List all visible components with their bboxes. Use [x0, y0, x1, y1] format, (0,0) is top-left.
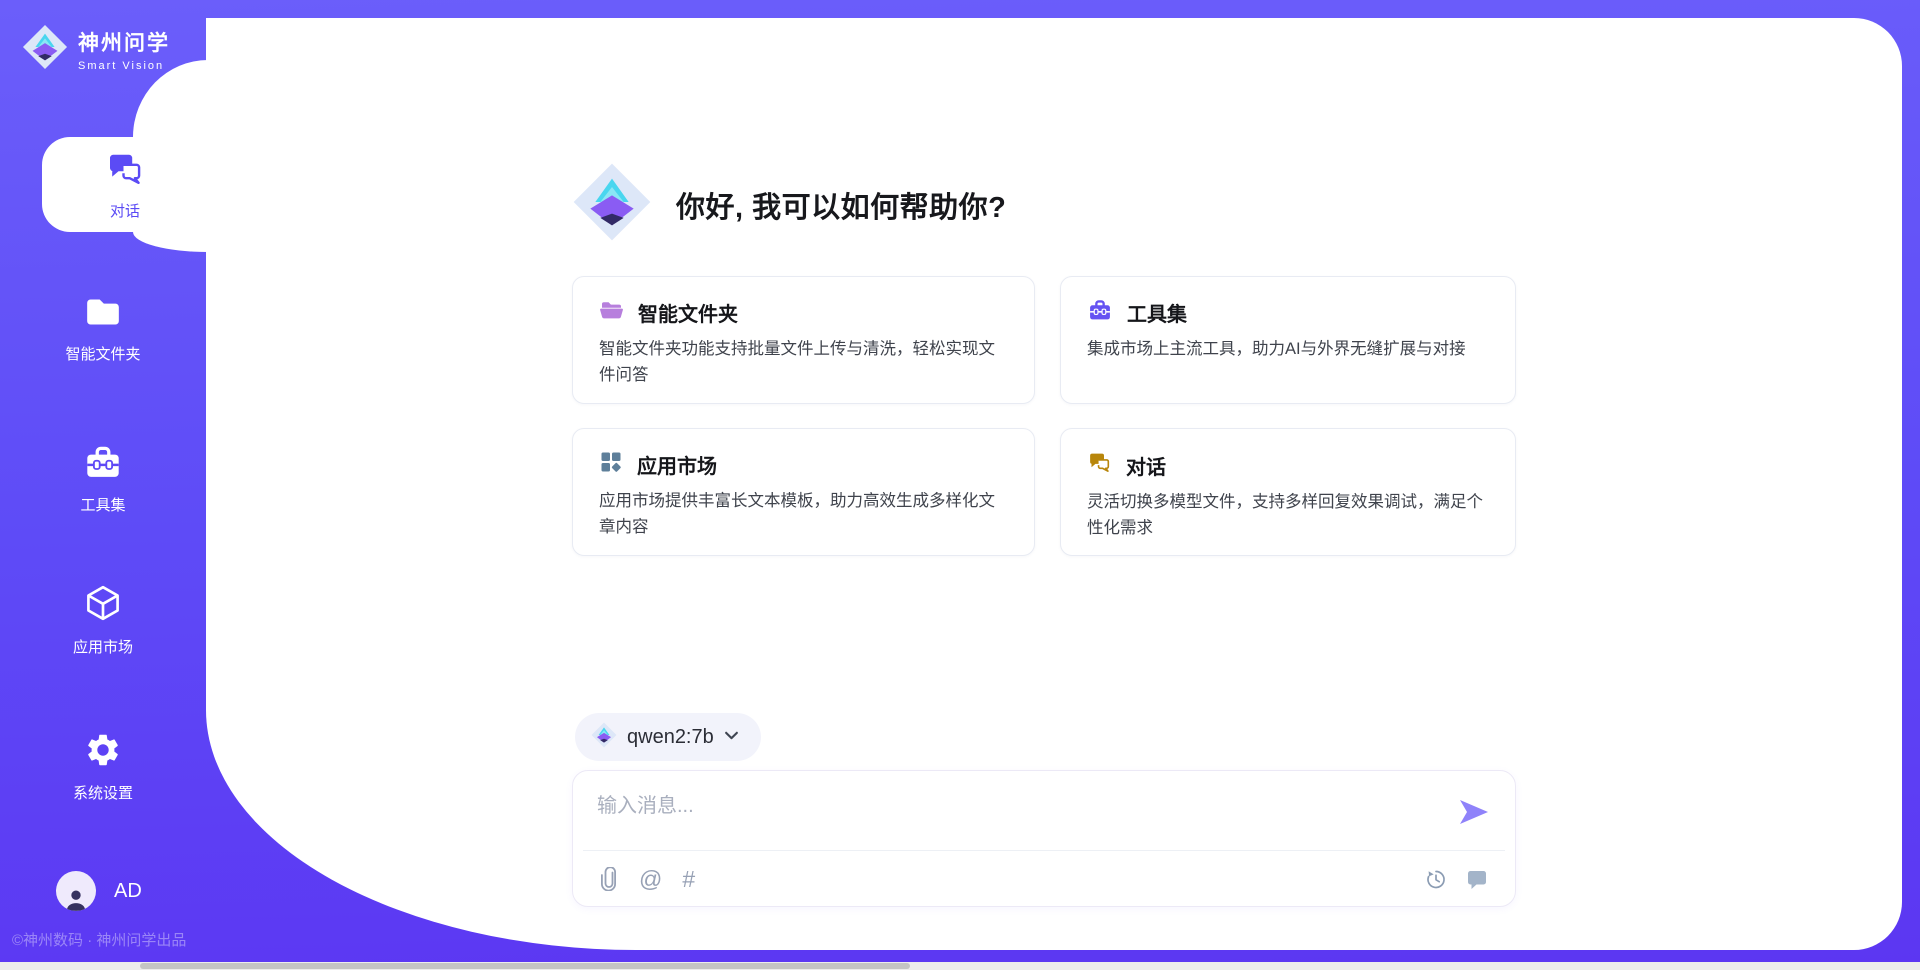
sidebar-item-label: 对话	[110, 200, 140, 221]
toolbox-icon	[1087, 298, 1113, 327]
user-account[interactable]: AD	[56, 871, 142, 911]
send-icon[interactable]	[1457, 797, 1491, 827]
message-input[interactable]	[597, 789, 1417, 841]
open-folder-icon	[599, 299, 624, 326]
card-description: 集成市场上主流工具，助力AI与外界无缝扩展与对接	[1087, 337, 1489, 363]
hash-icon[interactable]: #	[682, 868, 695, 891]
greeting: 你好, 我可以如何帮助你?	[572, 162, 1006, 247]
folder-icon	[83, 294, 123, 334]
chat-bubbles-icon	[1087, 450, 1112, 480]
card-description: 智能文件夹功能支持批量文件上传与清洗，轻松实现文件问答	[599, 337, 1008, 388]
greeting-gem-icon	[572, 162, 652, 247]
app-name: 神州问学	[78, 27, 170, 57]
sidebar-item-folders[interactable]: 智能文件夹	[0, 294, 206, 364]
chat-bubbles-icon	[105, 149, 145, 193]
paperclip-icon[interactable]	[599, 867, 619, 891]
toolbox-icon	[83, 443, 123, 485]
scrollbar-thumb[interactable]	[140, 963, 910, 969]
card-description: 灵活切换多模型文件，支持多样回复效果调试，满足个性化需求	[1087, 490, 1489, 541]
card-title: 对话	[1126, 451, 1166, 480]
brand-gem-icon	[22, 24, 68, 75]
card-title: 智能文件夹	[638, 298, 738, 327]
history-icon[interactable]	[1423, 867, 1447, 891]
sidebar: 神州问学 Smart Vision 对话 智能文件夹	[0, 0, 206, 970]
sidebar-item-label: 智能文件夹	[65, 343, 140, 364]
at-icon[interactable]: @	[639, 868, 662, 891]
sidebar-item-label: 系统设置	[73, 782, 133, 803]
card-title: 工具集	[1127, 298, 1187, 327]
greeting-text: 你好, 我可以如何帮助你?	[676, 184, 1006, 226]
gear-icon	[84, 731, 122, 773]
card-app-market[interactable]: 应用市场 应用市场提供丰富长文本模板，助力高效生成多样化文章内容	[572, 428, 1035, 556]
app-grid-icon	[599, 450, 623, 479]
active-tab-flare-bottom	[133, 232, 208, 252]
chevron-down-icon	[724, 728, 739, 746]
feature-cards: 智能文件夹 智能文件夹功能支持批量文件上传与清洗，轻松实现文件问答 工具集 集成…	[572, 276, 1516, 556]
chat-bubble-filled-icon[interactable]	[1465, 868, 1489, 890]
sidebar-item-label: 应用市场	[73, 636, 133, 657]
app-logo: 神州问学 Smart Vision	[22, 24, 170, 75]
card-description: 应用市场提供丰富长文本模板，助力高效生成多样化文章内容	[599, 489, 1008, 540]
sidebar-item-settings[interactable]: 系统设置	[0, 731, 206, 803]
message-composer: @ #	[572, 770, 1516, 907]
card-smart-folder[interactable]: 智能文件夹 智能文件夹功能支持批量文件上传与清洗，轻松实现文件问答	[572, 276, 1035, 404]
user-initials: AD	[114, 880, 142, 903]
sidebar-item-tools[interactable]: 工具集	[0, 443, 206, 515]
card-chat[interactable]: 对话 灵活切换多模型文件，支持多样回复效果调试，满足个性化需求	[1060, 428, 1516, 556]
avatar	[56, 871, 96, 911]
card-title: 应用市场	[637, 450, 717, 479]
sidebar-item-label: 工具集	[80, 494, 125, 515]
card-toolset[interactable]: 工具集 集成市场上主流工具，助力AI与外界无缝扩展与对接	[1060, 276, 1516, 404]
model-selector[interactable]: qwen2:7b	[575, 713, 761, 761]
horizontal-scrollbar[interactable]	[0, 962, 1920, 970]
main-panel: 你好, 我可以如何帮助你? 智能文件夹 智能文件夹功能支持批量文件上传与清洗，轻…	[206, 18, 1902, 950]
app-subtitle: Smart Vision	[78, 60, 170, 72]
sidebar-item-market[interactable]: 应用市场	[0, 583, 206, 657]
cube-icon	[83, 583, 123, 627]
model-name: qwen2:7b	[627, 726, 714, 749]
model-gem-icon	[591, 722, 617, 753]
sidebar-item-chat[interactable]: 对话	[42, 137, 208, 232]
copyright-footer: ©神州数码 · 神州问学出品	[12, 929, 186, 950]
